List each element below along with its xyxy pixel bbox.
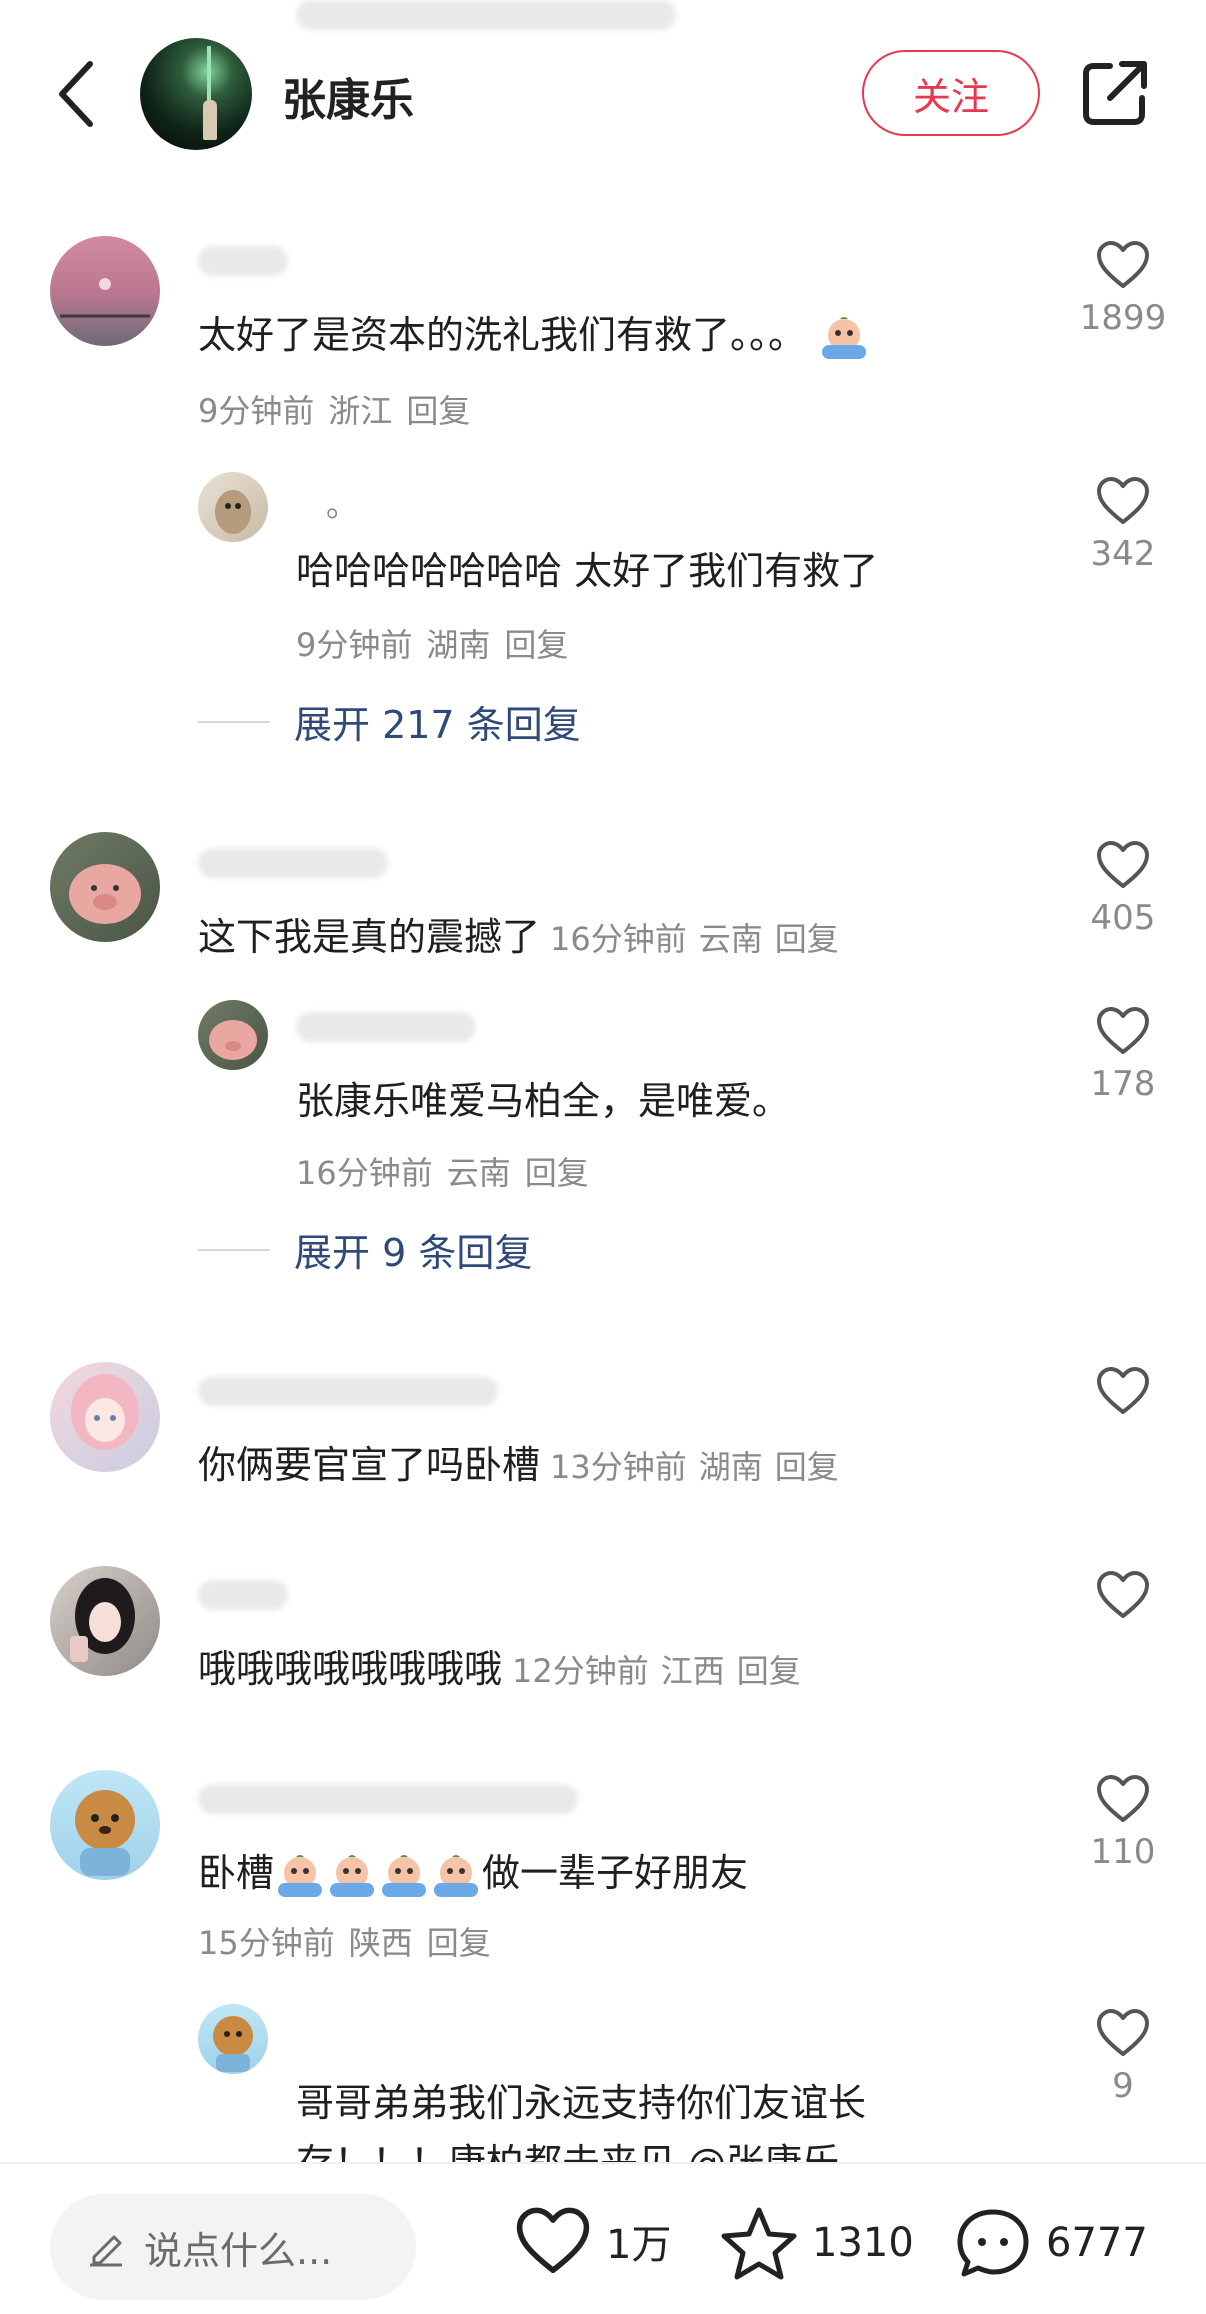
comment-meta: 9分钟前 浙江 回复 [198,392,471,430]
replier-name[interactable]: 。 [326,480,358,526]
star-icon [721,2207,797,2280]
like-count: 178 [1090,1064,1156,1104]
pencil-icon [90,2235,122,2267]
expand-replies-label[interactable]: 展开 217 条回复 [294,694,581,749]
reply-button[interactable]: 回复 [427,1924,491,1962]
profile-avatar[interactable] [140,38,252,150]
divider [198,720,270,723]
crying-emoji-icon [430,1853,482,1899]
reply-button[interactable]: 回复 [737,1652,801,1690]
commenter-avatar[interactable] [50,1770,160,1880]
reply-like-button[interactable]: 342 [1068,476,1178,574]
replier-avatar[interactable] [198,1000,268,1070]
comment-meta: 12分钟前 江西 回复 [512,1652,801,1690]
reply-text: 哥哥弟弟我们永远支持你们友谊长 [296,2081,867,2125]
reply-button[interactable]: 回复 [775,1448,839,1486]
comment-text: 这下我是真的震撼了 16分钟前 云南 回复 [198,906,851,961]
reply-button[interactable]: 回复 [525,1154,589,1192]
comment-input[interactable]: 说点什么... [50,2194,416,2300]
heart-icon [1097,1367,1149,1414]
comment-count: 6777 [1046,2220,1148,2266]
bottom-action-bar: 说点什么... 1万 1310 6777 [0,2162,1206,2314]
like-post-button[interactable]: 1万 [514,2206,671,2276]
commenter-avatar[interactable] [50,1362,160,1472]
replier-avatar[interactable] [198,2004,268,2074]
comment-like-button[interactable] [1068,1570,1178,1620]
reply-button[interactable]: 回复 [406,392,470,430]
commenter-name-blurred[interactable] [198,246,288,276]
commenter-avatar[interactable] [50,832,160,942]
commenter-avatar[interactable] [50,236,160,346]
favorite-count: 1310 [812,2220,914,2266]
profile-name[interactable]: 张康乐 [282,64,414,128]
reply-button[interactable]: 回复 [775,920,839,958]
reply-meta: 9分钟前 湖南 回复 [296,626,569,664]
comment-like-button[interactable]: 1899 [1068,240,1178,338]
share-icon[interactable] [1080,58,1150,128]
expand-replies-button[interactable]: 展开 217 条回复 [198,694,581,749]
crying-emoji-icon [378,1853,430,1899]
like-count: 342 [1090,534,1156,574]
reply-button[interactable]: 回复 [504,626,568,664]
comment-meta: 15分钟前 陕西 回复 [198,1924,491,1962]
comment-like-button[interactable] [1068,1366,1178,1416]
comment-text: 你俩要官宣了吗卧槽 13分钟前 湖南 回复 [198,1434,851,1489]
expand-replies-label[interactable]: 展开 9 条回复 [294,1222,532,1277]
comment-icon [957,2209,1029,2277]
like-count: 1899 [1079,298,1167,338]
reply-text: 张康乐唯爱马柏全，是唯爱。 [296,1079,791,1123]
heart-icon [1097,2009,1149,2056]
reply-like-button[interactable]: 9 [1068,2008,1178,2106]
comment-like-button[interactable]: 110 [1068,1774,1178,1872]
back-arrow-icon[interactable] [48,56,108,132]
comments-button[interactable]: 6777 [954,2206,1148,2280]
post-like-count: 1万 [606,2222,672,2268]
crying-emoji-icon [326,1853,378,1899]
heart-icon [1097,477,1149,524]
crying-emoji-icon [818,315,870,361]
replier-name-blurred[interactable] [296,0,676,30]
heart-icon [1097,841,1149,888]
heart-icon [1097,1571,1149,1618]
heart-icon [1097,1007,1149,1054]
comment-input-placeholder: 说点什么... [144,2228,333,2273]
reply-like-button[interactable]: 178 [1068,1006,1178,1104]
commenter-name-blurred[interactable] [198,1784,578,1814]
follow-button[interactable]: 关注 [862,50,1040,136]
commenter-name-blurred[interactable] [198,1376,498,1406]
heart-icon [1097,1775,1149,1822]
commenter-name-blurred[interactable] [198,848,388,878]
comment-meta: 16分钟前 云南 回复 [550,920,839,958]
comment-text: 太好了是资本的洗礼我们有救了。。。 [198,304,870,361]
comment-text: 哦哦哦哦哦哦哦哦 12分钟前 江西 回复 [198,1638,813,1693]
divider [198,1248,270,1251]
heart-icon [1097,241,1149,288]
replier-avatar[interactable] [198,472,268,542]
like-count: 110 [1090,1832,1156,1872]
like-count: 9 [1112,2066,1134,2106]
comment-text: 卧槽 做一辈子好朋友 [198,1842,748,1899]
comment-meta: 13分钟前 湖南 回复 [550,1448,839,1486]
crying-emoji-icon [274,1853,326,1899]
replier-name-blurred[interactable] [296,1012,476,1042]
like-count: 405 [1090,898,1156,938]
expand-replies-button[interactable]: 展开 9 条回复 [198,1222,532,1277]
heart-icon [516,2207,590,2274]
favorite-button[interactable]: 1310 [720,2206,914,2280]
reply-text: 哈哈哈哈哈哈哈 太好了我们有救了 [296,549,879,593]
comment-like-button[interactable]: 405 [1068,840,1178,938]
reply-meta: 16分钟前 云南 回复 [296,1154,589,1192]
commenter-name-blurred[interactable] [198,1580,288,1610]
commenter-avatar[interactable] [50,1566,160,1676]
